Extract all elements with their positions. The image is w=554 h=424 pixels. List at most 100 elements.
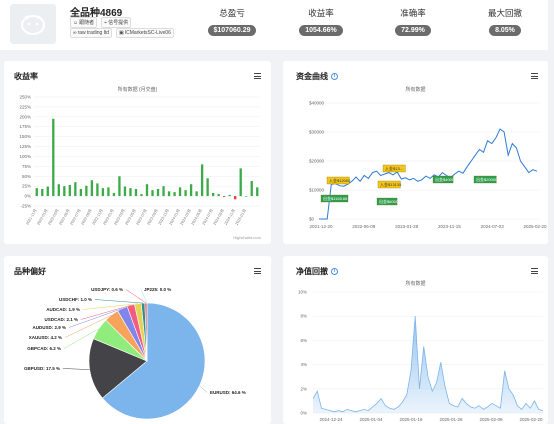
bar (112, 192, 116, 197)
y-tick-label: 175% (19, 124, 31, 129)
x-tick-label: 2025-01-28 (439, 417, 463, 422)
x-tick-label: 2025-02-08 (479, 417, 503, 422)
tag-signal: ⌁ 信号提供 (101, 17, 132, 28)
y-tick-label: $20000 (309, 159, 325, 164)
equity-line (319, 128, 538, 220)
slice-label: USDCAD: 2.1 % (44, 317, 78, 322)
bar (239, 168, 242, 197)
bar (57, 184, 60, 197)
bar (123, 186, 127, 197)
bar (68, 184, 71, 197)
y-tick-label: 250% (19, 95, 31, 100)
x-tick-label: 2025-01-04 (359, 417, 383, 422)
stat-max-drawdown: 最大回撤 8.05% (487, 8, 522, 36)
flag-label: 入金$12000 (329, 177, 351, 183)
link-icon: ∞ (73, 30, 77, 36)
bar (90, 180, 94, 197)
y-tick-label: 50% (22, 174, 31, 179)
slice-label: XAUUSD: 4.2 % (29, 335, 62, 340)
slice-label: JP225: 0.0 % (144, 287, 171, 292)
bar (167, 191, 171, 197)
bar (145, 184, 149, 197)
bar (228, 194, 231, 197)
bar (107, 187, 110, 197)
bar (184, 190, 187, 197)
bar (41, 188, 44, 197)
slice-label: GBPCAD: 6.2 % (27, 346, 61, 351)
bar (206, 178, 209, 197)
stat-return-rate: 收益率 1054.66% (288, 7, 354, 37)
slice-connector (199, 385, 208, 393)
bar (256, 187, 259, 197)
bar (140, 194, 143, 197)
y-tick-label: 225% (19, 104, 31, 109)
bar (52, 118, 55, 197)
bar (46, 186, 49, 197)
y-tick-label: 10% (298, 290, 307, 295)
bar (35, 188, 38, 197)
y-tick-label: 100% (19, 154, 31, 159)
stat-total-pnl: 总盈亏 $107060.29 (199, 7, 265, 37)
y-tick-label: 0% (300, 411, 307, 416)
y-tick-label: 2% (300, 386, 307, 391)
x-tick-label: 2023-01-28 (395, 224, 419, 229)
bar (79, 188, 83, 197)
bar (156, 188, 160, 197)
broker-badge: ∞ raw trading ltd (70, 28, 112, 38)
y-tick-label: $10000 (309, 188, 325, 193)
tag-follower: ☺ 跟随者 (70, 17, 98, 28)
slice-connector (94, 299, 144, 304)
x-tick-label: 2024-12-24 (319, 417, 343, 422)
bar (162, 186, 165, 197)
x-tick-label: 2025-02-20 (519, 417, 543, 422)
flag-label: 出金$6000 (379, 198, 399, 204)
bar (63, 186, 66, 197)
slice-label: GBPUSD: 17.5 % (24, 366, 60, 371)
x-tick-label: 2025-02-20 (523, 224, 547, 229)
slice-connector (62, 368, 90, 370)
bar (151, 190, 154, 197)
drawdown-area-chart: 10% 8% 6% 4% 2% 0% 2024-12-24 2025-01-04 2025-01… (298, 290, 544, 422)
symbol-pie-chart: EURUSD: 64.6 % GBPUSD: 17.5 % GBPCAD: 6.2 … (24, 287, 246, 420)
y-tick-label: 0% (24, 194, 31, 199)
stat-accuracy: 准确率 72.99% (380, 7, 446, 37)
bar (223, 196, 226, 197)
bar (200, 164, 204, 197)
flag-label: 出金$20000 (476, 176, 498, 182)
signal-icon: ⌁ (104, 19, 108, 26)
bar (195, 191, 198, 197)
bar (217, 194, 220, 197)
bar (178, 187, 182, 197)
slice-label: AUDCAD: 1.9 % (46, 307, 80, 312)
server-badge: ▣ ICMarketsSC-Live06 (115, 28, 174, 38)
y-tick-label: 75% (22, 164, 31, 169)
flag-label: 入金$13135 (380, 181, 402, 187)
return-bar-chart: 250% 225% 200% 175% 150% 125% 100% 75% 50% 25% 0% -… (19, 95, 260, 226)
bar (129, 188, 132, 197)
page-scrollbar[interactable] (548, 0, 554, 424)
y-tick-label: -25% (20, 204, 31, 209)
y-tick-label: 150% (19, 134, 31, 139)
bar (250, 181, 253, 197)
slice-label: EURUSD: 64.6 % (210, 390, 246, 395)
x-tick-label: 2024-07-03 (481, 224, 505, 229)
bar (134, 188, 138, 197)
y-tick-label: 6% (300, 338, 307, 343)
bar (211, 192, 215, 197)
flag-label: 出金$4000 (435, 176, 455, 182)
y-tick-label: 200% (19, 114, 31, 119)
slice-label: AUDUSD: 2.9 % (32, 325, 66, 330)
y-tick-label: 8% (300, 314, 307, 319)
account-header: 全品种4869 ☺ 跟随者 ⌁ 信号提供 ∞ raw trading ltd ▣ ICM… (0, 0, 554, 50)
bar (96, 183, 99, 197)
bar (173, 192, 176, 197)
x-tick-label: 2022-06-09 (352, 224, 376, 229)
symbol-preference-card: 品种偏好 EURUSD: 64.6 % GBPUSD: 17.5 % GBPCAD:… (4, 256, 271, 424)
chart-credit: Highcharts.com (233, 235, 261, 240)
slice-label: USDJPY: 0.6 % (91, 287, 123, 292)
y-tick-label: $30000 (309, 130, 325, 135)
y-tick-label: $40000 (309, 101, 325, 106)
y-tick-label: 125% (19, 144, 31, 149)
drawdown-card: 净值回撤 i 所有数据 10% 8% 6% 4% 2% 0% 2024-12-24 2025-0… (283, 256, 548, 424)
flag-label: 出金$1165.66 (323, 195, 348, 201)
